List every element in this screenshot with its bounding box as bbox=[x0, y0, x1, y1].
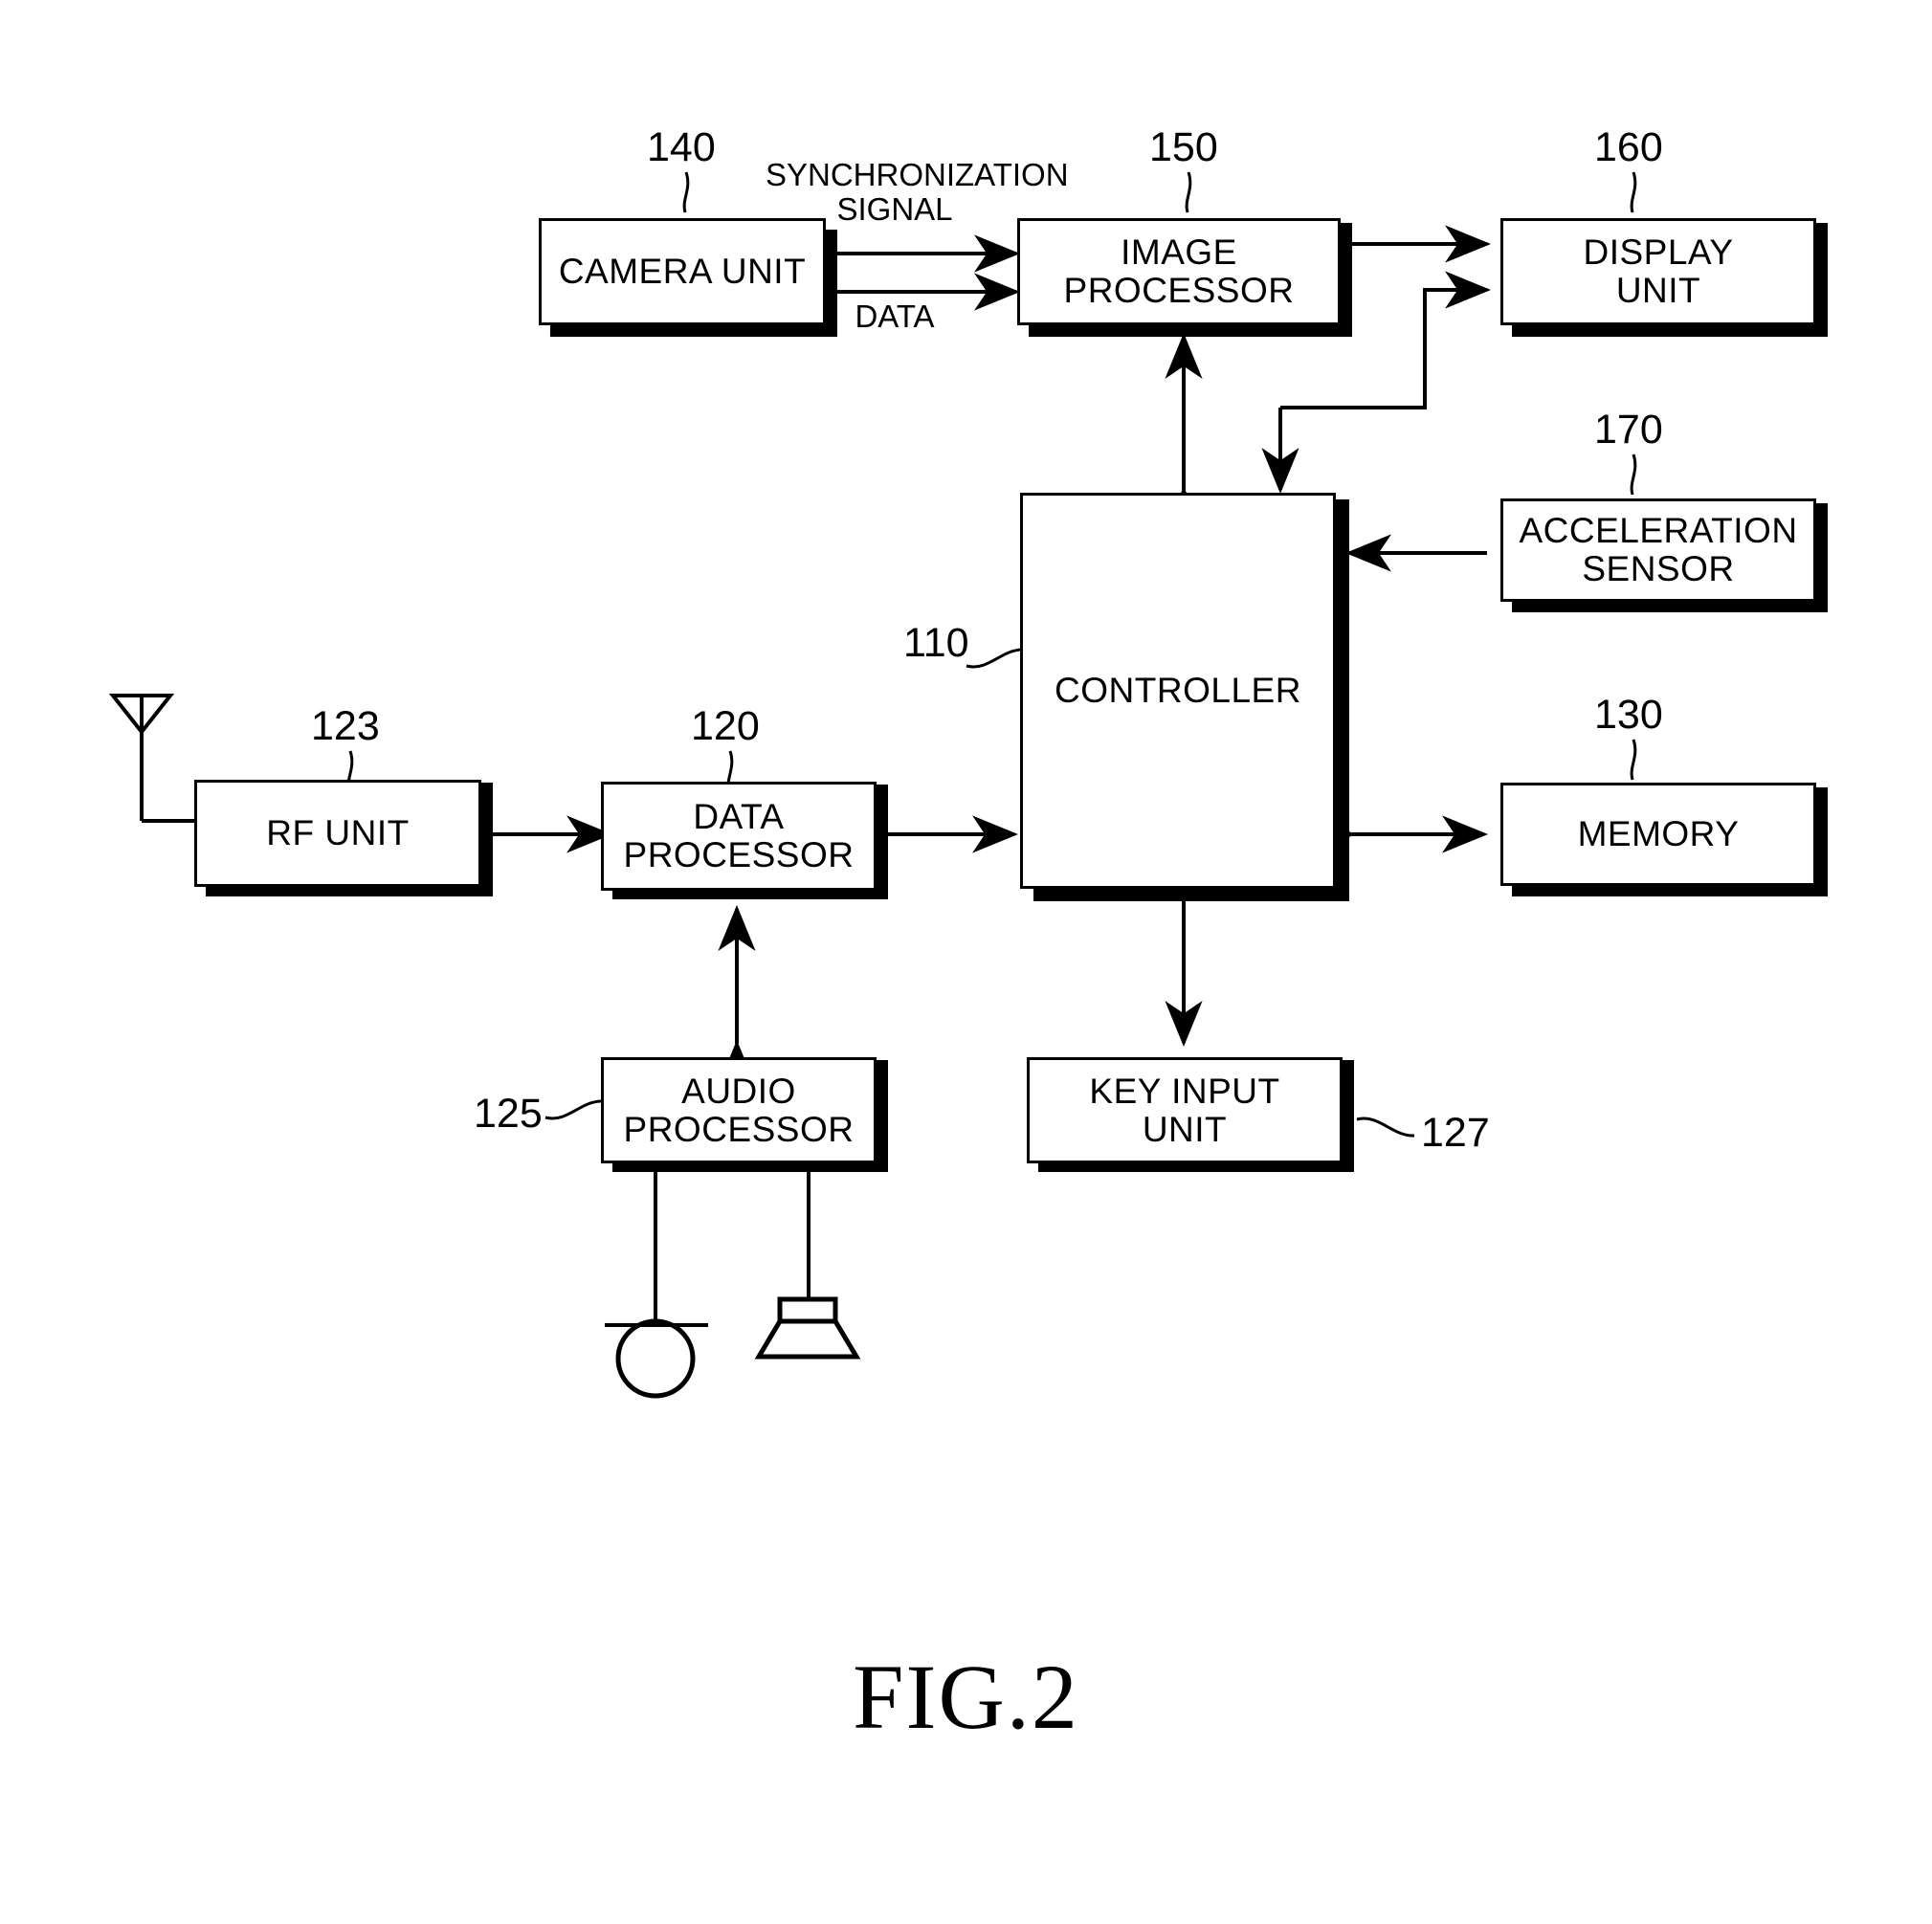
block-controller[interactable]: CONTROLLER bbox=[1020, 493, 1336, 889]
block-camera-unit-label: CAMERA UNIT bbox=[558, 252, 807, 292]
block-controller-label: CONTROLLER bbox=[1055, 671, 1301, 711]
block-memory-label: MEMORY bbox=[1577, 814, 1740, 854]
block-data-processor[interactable]: DATA PROCESSOR bbox=[601, 782, 877, 891]
block-display-unit-label: DISPLAY UNIT bbox=[1583, 232, 1734, 310]
shadow-display-unit bbox=[1512, 325, 1828, 337]
shadow-key-input-unit-r bbox=[1343, 1060, 1354, 1166]
figure-caption: FIG.2 bbox=[853, 1646, 1079, 1748]
speaker-icon bbox=[754, 1170, 861, 1360]
block-rf-unit-label: RF UNIT bbox=[266, 813, 410, 853]
block-key-input-unit-label: KEY INPUT UNIT bbox=[1089, 1071, 1280, 1149]
edge-label-data: DATA bbox=[855, 299, 935, 334]
block-key-input-unit[interactable]: KEY INPUT UNIT bbox=[1027, 1057, 1343, 1163]
leader-170 bbox=[1630, 453, 1637, 496]
refnum-170: 170 bbox=[1594, 407, 1663, 453]
refnum-110: 110 bbox=[903, 620, 969, 666]
shadow-audio-processor-r bbox=[877, 1060, 888, 1166]
block-acceleration-sensor-label: ACCELERATION SENSOR bbox=[1519, 511, 1798, 588]
edge-label-synchronization-signal: SYNCHRONIZATION SIGNAL bbox=[766, 157, 1069, 227]
shadow-controller-r bbox=[1336, 499, 1349, 896]
block-image-processor[interactable]: IMAGE PROCESSOR bbox=[1017, 218, 1341, 325]
refnum-127: 127 bbox=[1421, 1110, 1490, 1156]
refnum-123: 123 bbox=[311, 703, 380, 749]
leader-130 bbox=[1630, 739, 1637, 781]
leader-160 bbox=[1630, 171, 1637, 213]
leader-150 bbox=[1185, 171, 1192, 213]
shadow-data-processor-r bbox=[877, 785, 888, 894]
block-image-processor-label: IMAGE PROCESSOR bbox=[1063, 232, 1295, 310]
leader-127 bbox=[1356, 1117, 1415, 1138]
block-rf-unit[interactable]: RF UNIT bbox=[194, 780, 481, 887]
refnum-160: 160 bbox=[1594, 124, 1663, 170]
shadow-image-processor-r bbox=[1341, 223, 1352, 330]
leader-110 bbox=[966, 648, 1025, 669]
block-camera-unit[interactable]: CAMERA UNIT bbox=[539, 218, 826, 325]
refnum-140: 140 bbox=[647, 124, 716, 170]
shadow-memory-r bbox=[1816, 787, 1828, 891]
shadow-rf-unit-r bbox=[481, 783, 493, 890]
block-memory[interactable]: MEMORY bbox=[1500, 783, 1816, 886]
leader-125 bbox=[544, 1099, 604, 1120]
shadow-display-unit-r bbox=[1816, 223, 1828, 330]
shadow-memory bbox=[1512, 885, 1828, 896]
shadow-camera-unit bbox=[550, 325, 837, 337]
antenna-icon bbox=[108, 694, 194, 823]
shadow-image-processor bbox=[1029, 325, 1352, 337]
leader-140 bbox=[682, 171, 690, 213]
refnum-130: 130 bbox=[1594, 692, 1663, 738]
refnum-125: 125 bbox=[474, 1091, 543, 1137]
microphone-icon bbox=[605, 1170, 708, 1399]
block-acceleration-sensor[interactable]: ACCELERATION SENSOR bbox=[1500, 498, 1816, 602]
shadow-controller bbox=[1033, 888, 1349, 901]
block-display-unit[interactable]: DISPLAY UNIT bbox=[1500, 218, 1816, 325]
block-audio-processor-label: AUDIO PROCESSOR bbox=[623, 1071, 855, 1149]
block-audio-processor[interactable]: AUDIO PROCESSOR bbox=[601, 1057, 877, 1163]
shadow-accel-sensor bbox=[1512, 601, 1828, 612]
refnum-120: 120 bbox=[691, 703, 760, 749]
block-data-processor-label: DATA PROCESSOR bbox=[623, 797, 855, 874]
refnum-150: 150 bbox=[1149, 124, 1218, 170]
shadow-accel-sensor-r bbox=[1816, 503, 1828, 607]
patent-figure-page: CAMERA UNIT IMAGE PROCESSOR DISPLAY UNIT… bbox=[0, 0, 1932, 1924]
